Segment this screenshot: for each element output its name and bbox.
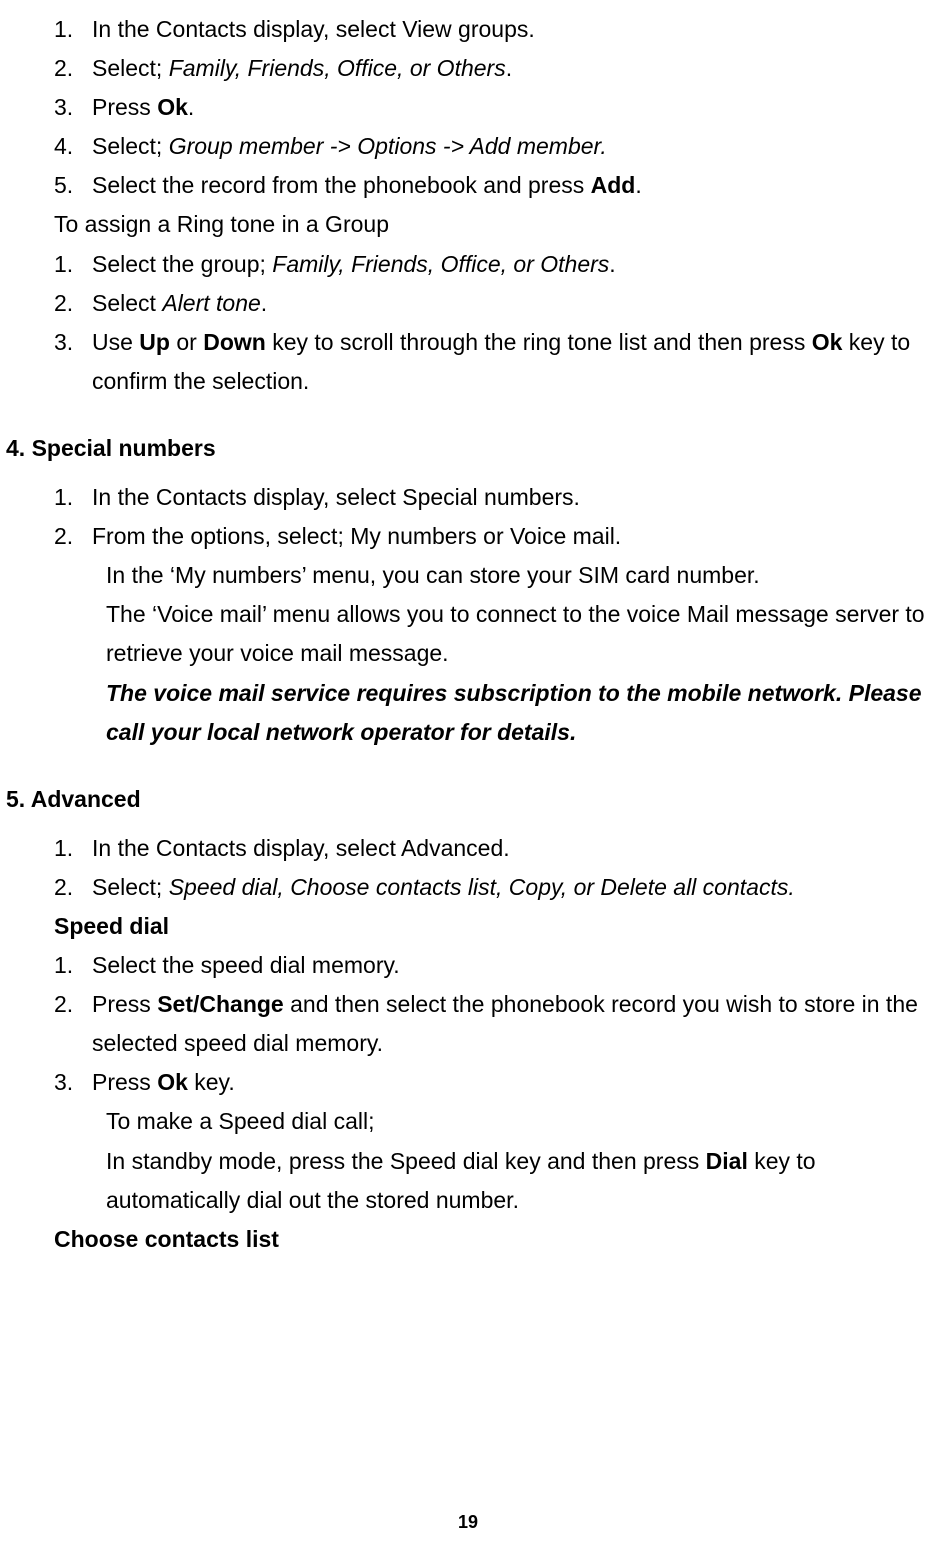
list-number: 3. [54,323,82,401]
list-number: 2. [54,49,82,88]
text-italic: Group member -> Options -> Add member. [169,133,607,159]
text: . [635,172,641,198]
list-text: Select Alert tone. [92,284,926,323]
list-number: 2. [54,868,82,907]
text-bold: Up [139,329,170,355]
paragraph: In the ‘My numbers’ menu, you can store … [0,556,936,595]
list-text: Select the speed dial memory. [92,946,926,985]
list-number: 1. [54,10,82,49]
text-bold: Dial [706,1148,748,1174]
text: . [609,251,615,277]
special-step-2: 2. From the options, select; My numbers … [0,517,936,556]
groups-step-4: 4. Select; Group member -> Options -> Ad… [0,127,936,166]
text-bold: Add [591,172,636,198]
text-italic: Family, Friends, Office, or Others [169,55,506,81]
text-italic: Family, Friends, Office, or Others [272,251,609,277]
special-step-1: 1. In the Contacts display, select Speci… [0,478,936,517]
text-italic: Alert tone [162,290,260,316]
subheading-choose-contacts-list: Choose contacts list [0,1220,936,1259]
list-number: 5. [54,166,82,205]
groups-step-1: 1. In the Contacts display, select View … [0,10,936,49]
text: . [261,290,267,316]
text: Press [92,1069,157,1095]
ring-step-2: 2. Select Alert tone. [0,284,936,323]
ring-step-1: 1. Select the group; Family, Friends, Of… [0,245,936,284]
list-number: 1. [54,946,82,985]
paragraph: In standby mode, press the Speed dial ke… [0,1142,936,1220]
heading-special-numbers: 4. Special numbers [0,429,936,468]
text: or [170,329,203,355]
heading-advanced: 5. Advanced [0,780,936,819]
list-number: 4. [54,127,82,166]
text: key to scroll through the ring tone list… [266,329,812,355]
list-number: 3. [54,88,82,127]
ring-tone-title: To assign a Ring tone in a Group [0,205,936,244]
text-bold: Ok [157,94,188,120]
text: Select; [92,874,169,900]
text: Select; [92,55,169,81]
text-bold: Ok [157,1069,188,1095]
paragraph: The ‘Voice mail’ menu allows you to conn… [0,595,936,673]
list-text: Press Set/Change and then select the pho… [92,985,926,1063]
text: Select; [92,133,169,159]
list-number: 2. [54,985,82,1063]
text: Press [92,991,157,1017]
paragraph: To make a Speed dial call; [0,1102,936,1141]
text-bold: Down [203,329,266,355]
groups-step-5: 5. Select the record from the phonebook … [0,166,936,205]
list-text: From the options, select; My numbers or … [92,517,926,556]
list-text: Select the record from the phonebook and… [92,166,926,205]
advanced-step-2: 2. Select; Speed dial, Choose contacts l… [0,868,936,907]
list-number: 1. [54,478,82,517]
subheading-speed-dial: Speed dial [0,907,936,946]
list-text: Select; Group member -> Options -> Add m… [92,127,926,166]
list-number: 1. [54,245,82,284]
list-number: 1. [54,829,82,868]
advanced-step-1: 1. In the Contacts display, select Advan… [0,829,936,868]
text: In standby mode, press the Speed dial ke… [106,1148,706,1174]
list-text: Select; Family, Friends, Office, or Othe… [92,49,926,88]
text: Use [92,329,139,355]
list-text: Select the group; Family, Friends, Offic… [92,245,926,284]
list-text: Press Ok key. [92,1063,926,1102]
speeddial-step-2: 2. Press Set/Change and then select the … [0,985,936,1063]
list-number: 3. [54,1063,82,1102]
groups-step-2: 2. Select; Family, Friends, Office, or O… [0,49,936,88]
text: Select the record from the phonebook and… [92,172,591,198]
text-bold: Ok [812,329,843,355]
speeddial-step-3: 3. Press Ok key. [0,1063,936,1102]
text: key. [188,1069,235,1095]
text-italic: Speed dial, Choose contacts list, Copy, … [169,874,795,900]
paragraph-emphasis: The voice mail service requires subscrip… [0,674,936,752]
list-text: In the Contacts display, select Special … [92,478,926,517]
manual-page: 1. In the Contacts display, select View … [0,0,936,1556]
list-text: In the Contacts display, select Advanced… [92,829,926,868]
speeddial-step-1: 1. Select the speed dial memory. [0,946,936,985]
text: . [188,94,194,120]
list-number: 2. [54,517,82,556]
list-number: 2. [54,284,82,323]
page-number: 19 [0,1507,936,1538]
ring-step-3: 3. Use Up or Down key to scroll through … [0,323,936,401]
text: Press [92,94,157,120]
list-text: Use Up or Down key to scroll through the… [92,323,926,401]
text: Select the group; [92,251,272,277]
list-text: In the Contacts display, select View gro… [92,10,926,49]
text: . [506,55,512,81]
list-text: Select; Speed dial, Choose contacts list… [92,868,926,907]
list-text: Press Ok. [92,88,926,127]
text-bold: Set/Change [157,991,284,1017]
text: Select [92,290,162,316]
groups-step-3: 3. Press Ok. [0,88,936,127]
